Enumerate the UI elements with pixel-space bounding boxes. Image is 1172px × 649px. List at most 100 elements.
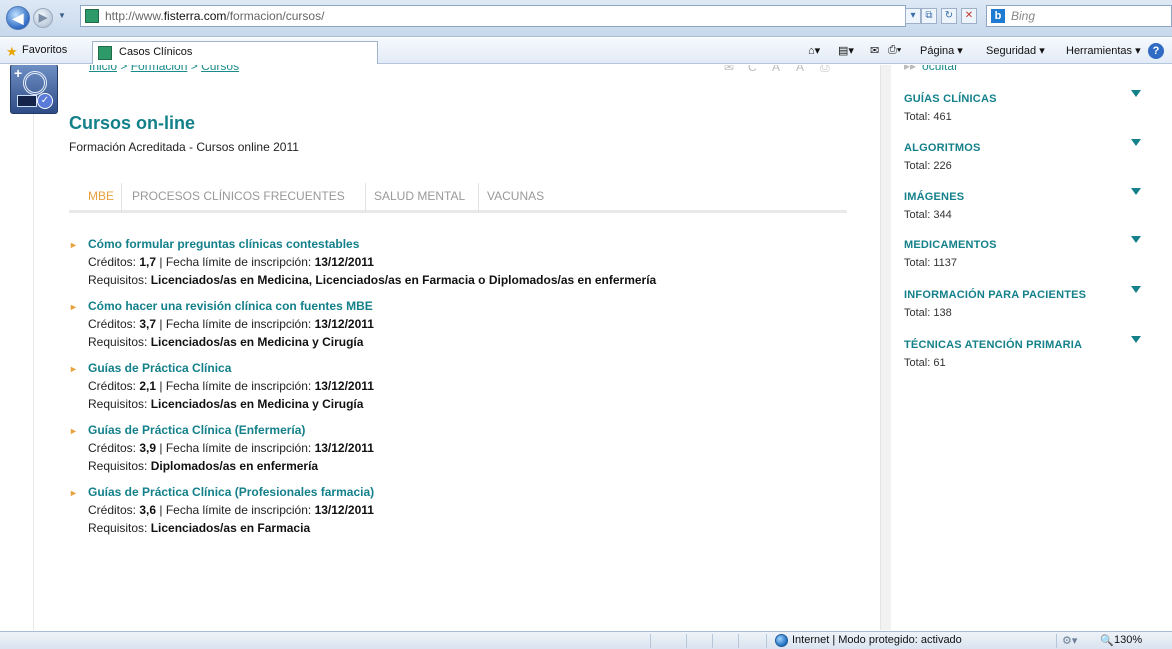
course-requirements: Requisitos: Licenciados/as en Medicina y…: [88, 335, 364, 349]
list-item: ► Guías de Práctica Clínica Créditos: 2,…: [69, 361, 829, 423]
mail-icon[interactable]: ✉: [870, 44, 879, 57]
sidebar-item-informacion-pacientes[interactable]: INFORMACIÓN PARA PACIENTES Total: 138: [904, 286, 1144, 335]
left-divider: [33, 65, 34, 630]
favorites-star-icon[interactable]: ★: [6, 44, 18, 60]
sidebar-item-medicamentos[interactable]: MEDICAMENTOS Total: 1137: [904, 236, 1144, 285]
search-input[interactable]: b Bing: [986, 5, 1172, 27]
status-divider: [1056, 634, 1057, 648]
page-subtitle: Formación Acreditada - Cursos online 201…: [69, 140, 299, 154]
course-meta: Créditos: 3,6 | Fecha límite de inscripc…: [88, 503, 374, 517]
dropdown-icon[interactable]: ▾: [905, 8, 921, 24]
compatibility-view-icon[interactable]: ⧉: [921, 8, 937, 24]
url-text: http://www.fisterra.com/formacion/cursos…: [105, 9, 325, 23]
tab-divider: [478, 183, 479, 213]
forward-button[interactable]: ▶: [33, 8, 53, 28]
browser-tab[interactable]: Casos Clínicos: [92, 41, 378, 64]
fingerprint-icon: [23, 71, 47, 95]
back-button[interactable]: ◀: [6, 6, 30, 30]
send-email-icon[interactable]: ✉: [724, 65, 734, 74]
bing-icon: b: [991, 9, 1005, 23]
home-icon[interactable]: ⌂▾: [808, 44, 820, 57]
sidebar-item-tecnicas-atencion-primaria[interactable]: TÉCNICAS ATENCIÓN PRIMARIA Total: 61: [904, 336, 1144, 385]
course-link[interactable]: Cómo formular preguntas clínicas contest…: [88, 237, 359, 251]
course-link[interactable]: Guías de Práctica Clínica: [88, 361, 231, 375]
status-bar: Internet | Modo protegido: activado ⚙▾ 🔍…: [0, 631, 1172, 649]
history-dropdown-icon[interactable]: ▼: [58, 11, 66, 20]
sidebar-item-algoritmos[interactable]: ALGORITMOS Total: 226: [904, 139, 1144, 188]
page-title: Cursos on-line: [69, 113, 196, 133]
print-page-icon[interactable]: ⎙: [820, 65, 830, 75]
breadcrumb-formacion[interactable]: Formación: [131, 65, 188, 73]
plus-icon: +: [14, 65, 23, 81]
tools-menu[interactable]: Herramientas ▾: [1066, 44, 1141, 57]
list-item: ► Guías de Práctica Clínica (Profesional…: [69, 485, 829, 547]
status-divider: [712, 634, 713, 648]
course-tabs: MBE PROCESOS CLÍNICOS FRECUENTES SALUD M…: [69, 183, 847, 213]
double-arrow-icon: ▸▸: [904, 65, 917, 73]
bullet-icon: ►: [69, 426, 78, 436]
sidebar-divider: [880, 65, 891, 630]
refresh-icon[interactable]: ↻: [941, 8, 957, 24]
breadcrumb-cursos[interactable]: Cursos: [201, 65, 239, 73]
page-menu[interactable]: Página ▾: [920, 44, 963, 57]
zoom-icon[interactable]: 🔍: [1100, 634, 1114, 647]
expand-arrow-icon[interactable]: [1131, 236, 1141, 243]
search-placeholder: Bing: [1011, 9, 1036, 23]
expand-arrow-icon[interactable]: [1131, 90, 1141, 97]
bullet-icon: ►: [69, 240, 78, 250]
hide-sidebar-link[interactable]: ▸▸ ocultar: [904, 65, 958, 73]
security-menu[interactable]: Seguridad ▾: [986, 44, 1045, 57]
bullet-icon: ►: [69, 488, 78, 498]
tab-salud-mental[interactable]: SALUD MENTAL: [374, 189, 465, 203]
tab-divider: [365, 183, 366, 213]
status-divider: [766, 634, 767, 648]
list-item: ► Cómo formular preguntas clínicas conte…: [69, 237, 829, 299]
course-link[interactable]: Guías de Práctica Clínica (Enfermería): [88, 423, 305, 437]
status-divider: [738, 634, 739, 648]
course-meta: Créditos: 1,7 | Fecha límite de inscripc…: [88, 255, 374, 269]
feeds-icon[interactable]: ▤▾: [838, 44, 854, 57]
course-link[interactable]: Guías de Práctica Clínica (Profesionales…: [88, 485, 374, 499]
course-link[interactable]: Cómo hacer una revisión clínica con fuen…: [88, 299, 373, 313]
tab-procesos-clinicos[interactable]: PROCESOS CLÍNICOS FRECUENTES: [132, 189, 345, 203]
font-decrease-icon[interactable]: A: [796, 65, 804, 74]
course-meta: Créditos: 3,9 | Fecha límite de inscripc…: [88, 441, 374, 455]
url-field[interactable]: http://www.fisterra.com/formacion/cursos…: [80, 5, 906, 27]
fingerprint-app-icon[interactable]: + ✓: [10, 65, 58, 114]
tab-vacunas[interactable]: VACUNAS: [487, 189, 544, 203]
page-content: + ✓ Inicio > Formación > Cursos ✉ C A A …: [0, 65, 1172, 630]
breadcrumb-inicio[interactable]: Inicio: [89, 65, 117, 73]
course-requirements: Requisitos: Diplomados/as en enfermería: [88, 459, 319, 473]
check-icon: ✓: [37, 93, 53, 109]
course-meta: Créditos: 2,1 | Fecha límite de inscripc…: [88, 379, 374, 393]
print-icon[interactable]: ⎙▾: [888, 44, 901, 57]
course-requirements: Requisitos: Licenciados/as en Farmacia: [88, 521, 311, 535]
internet-zone-icon: [775, 634, 788, 647]
site-favicon-icon: [85, 9, 99, 23]
expand-arrow-icon[interactable]: [1131, 336, 1141, 343]
expand-arrow-icon[interactable]: [1131, 188, 1141, 195]
bullet-icon: ►: [69, 364, 78, 374]
address-bar: ◀ ▶ ▼ http://www.fisterra.com/formacion/…: [0, 0, 1172, 37]
stop-icon[interactable]: ✕: [961, 8, 977, 24]
protected-mode-icon[interactable]: ⚙▾: [1062, 634, 1077, 647]
bullet-icon: ►: [69, 302, 78, 312]
favorites-button[interactable]: Favoritos: [22, 44, 67, 56]
tab-divider: [121, 183, 122, 213]
font-increase-icon[interactable]: A: [772, 65, 780, 74]
expand-arrow-icon[interactable]: [1131, 286, 1141, 293]
status-divider: [650, 634, 651, 648]
breadcrumb: Inicio > Formación > Cursos: [89, 65, 239, 73]
security-zone-text: Internet | Modo protegido: activado: [792, 634, 962, 646]
address-actions: ▾ ⧉ ↻ ✕: [903, 6, 983, 26]
course-requirements: Requisitos: Licenciados/as en Medicina y…: [88, 397, 364, 411]
copy-icon[interactable]: C: [748, 65, 757, 74]
expand-arrow-icon[interactable]: [1131, 139, 1141, 146]
list-item: ► Guías de Práctica Clínica (Enfermería)…: [69, 423, 829, 485]
sidebar-item-guias-clinicas[interactable]: GUÍAS CLÍNICAS Total: 461: [904, 90, 1144, 139]
sidebar-item-imagenes[interactable]: IMÁGENES Total: 344: [904, 188, 1144, 237]
help-icon[interactable]: ?: [1148, 43, 1164, 59]
zoom-level[interactable]: 130%: [1114, 634, 1142, 646]
card-icon: [17, 95, 37, 107]
tab-mbe[interactable]: MBE: [88, 189, 114, 203]
